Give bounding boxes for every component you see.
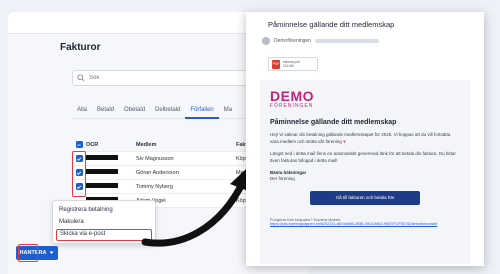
sender-name: Demoföreningen	[274, 38, 311, 44]
select-all-checkbox[interactable]	[72, 141, 86, 148]
org-logo-sub: FÖRENINGEN	[270, 103, 314, 109]
fallback-link[interactable]: https://pas.foreningsappen.se/6202211-86…	[270, 222, 460, 227]
redacted-ocr	[86, 169, 118, 174]
tab-forfallen[interactable]: Förfallen	[185, 101, 219, 119]
email-preview-window: Påminnelse gällande ditt medlemskap Demo…	[246, 12, 484, 266]
email-paragraph-1: Hej! Vi saknar din betalning gällande me…	[270, 132, 451, 144]
tab-alla[interactable]: Alla	[72, 101, 92, 119]
attachment-size: 116 kB	[283, 64, 294, 68]
avatar	[262, 37, 270, 45]
header-member[interactable]: Medlem	[136, 142, 236, 148]
checkbox-highlight	[72, 151, 86, 197]
header-ocr[interactable]: OCR	[86, 142, 136, 148]
email-paragraph-2: Längst ned i detta mail finns en automat…	[270, 151, 456, 163]
tab-delbetald[interactable]: Delbetald	[150, 101, 185, 119]
pay-invoice-button[interactable]: Gå till fakturan och betala här	[310, 190, 420, 205]
redacted-ocr	[86, 183, 118, 188]
menu-item-send-email[interactable]: Skicka via e-post	[56, 229, 152, 241]
attachment-chip[interactable]: PDF faktura.pdf 116 kB	[268, 57, 318, 71]
pdf-icon: PDF	[272, 59, 280, 69]
search-box[interactable]	[72, 70, 250, 86]
email-body: DEMO FÖRENINGEN Påminnelse gällande ditt…	[260, 80, 470, 264]
chevron-down-icon	[49, 250, 54, 257]
email-heading: Påminnelse gällande ditt medlemskap	[270, 119, 397, 126]
heart-icon: ♥	[343, 138, 346, 144]
redacted-ocr	[86, 155, 118, 160]
email-subject: Påminnelse gällande ditt medlemskap	[268, 20, 395, 29]
tab-more[interactable]: Ma	[219, 101, 237, 119]
org-logo: DEMO	[270, 88, 314, 104]
checkbox[interactable]	[75, 141, 83, 148]
tab-obetald[interactable]: Obetald	[119, 101, 150, 119]
tab-betald[interactable]: Betald	[92, 101, 119, 119]
redacted-address	[314, 39, 379, 43]
page-title: Fakturor	[60, 42, 101, 53]
search-input[interactable]	[89, 75, 239, 81]
email-signature: Der förening	[270, 176, 295, 181]
sender-line: Demoföreningen	[262, 37, 379, 45]
search-icon	[77, 69, 85, 87]
manage-highlight	[18, 244, 38, 262]
email-greeting: Bästa hälsningar	[270, 170, 307, 175]
